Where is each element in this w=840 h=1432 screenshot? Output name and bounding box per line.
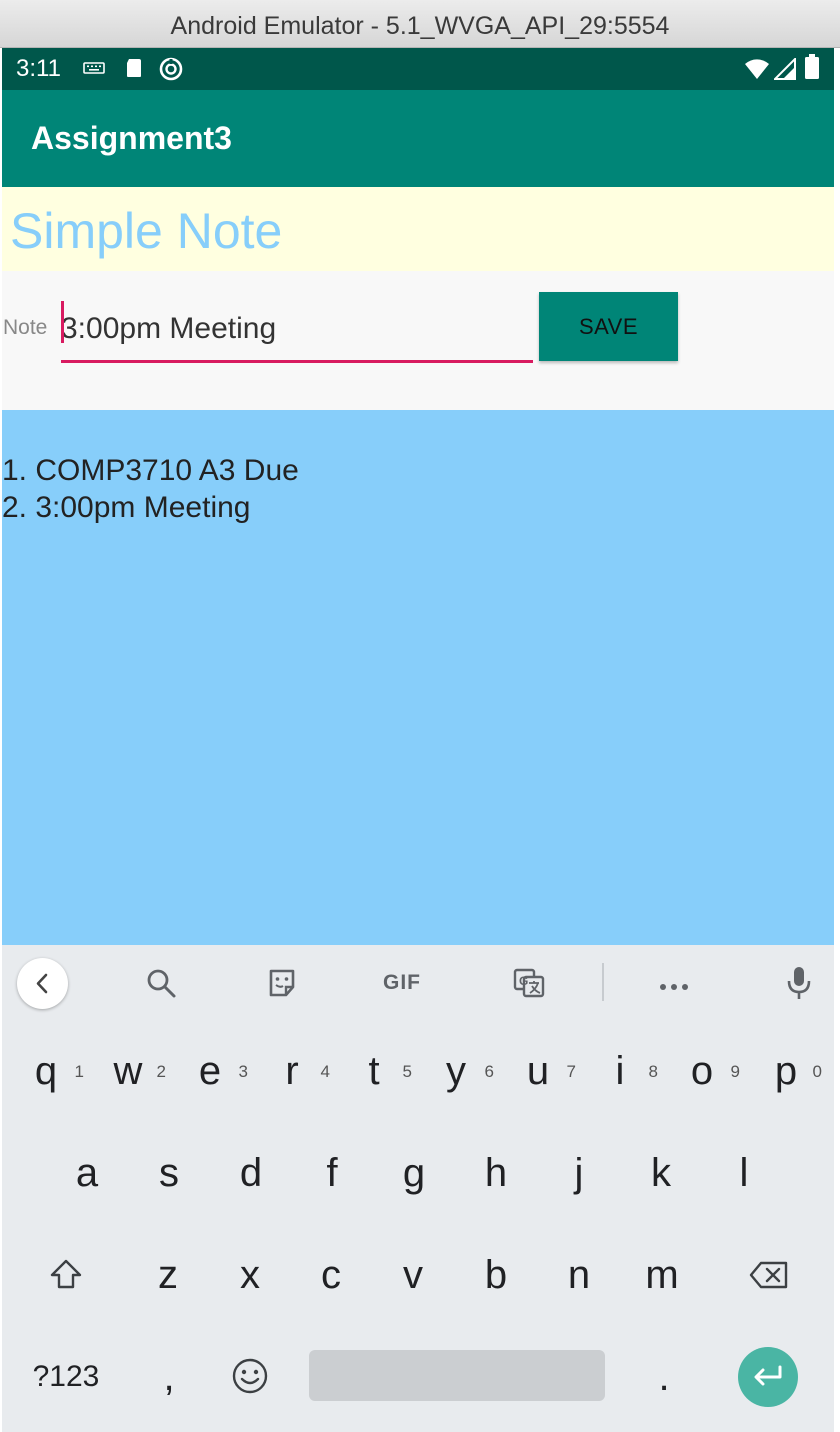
key-k[interactable]: k bbox=[621, 1125, 701, 1221]
emulator-title-bar: Android Emulator - 5.1_WVGA_API_29:5554 bbox=[0, 0, 840, 48]
key-q[interactable]: q1 bbox=[6, 1023, 86, 1119]
key-l[interactable]: l bbox=[704, 1125, 784, 1221]
microphone-icon[interactable] bbox=[786, 965, 812, 1006]
key-hint: 9 bbox=[730, 1062, 740, 1081]
keyboard-icon bbox=[82, 56, 106, 85]
key-d[interactable]: d bbox=[211, 1125, 291, 1221]
period-key[interactable]: . bbox=[624, 1329, 704, 1425]
key-hint: 8 bbox=[648, 1062, 658, 1081]
save-button[interactable]: SAVE bbox=[539, 292, 678, 361]
key-a[interactable]: a bbox=[47, 1125, 127, 1221]
gif-button[interactable]: GIF bbox=[383, 971, 421, 995]
key-v[interactable]: v bbox=[373, 1227, 453, 1323]
key-x[interactable]: x bbox=[210, 1227, 290, 1323]
app-bar: Assignment3 bbox=[2, 90, 834, 187]
header-title: Simple Note bbox=[10, 203, 283, 259]
comma-key[interactable]: , bbox=[129, 1329, 209, 1425]
emoji-key[interactable] bbox=[210, 1329, 290, 1425]
text-cursor bbox=[61, 301, 64, 343]
key-hint: 4 bbox=[320, 1062, 330, 1081]
key-j[interactable]: j bbox=[539, 1125, 619, 1221]
space-key[interactable] bbox=[309, 1350, 605, 1401]
shift-icon bbox=[50, 1259, 82, 1289]
notes-area: 1. COMP3710 A3 Due 2. 3:00pm Meeting bbox=[2, 410, 834, 945]
more-icon[interactable] bbox=[658, 979, 690, 997]
key-b[interactable]: b bbox=[456, 1227, 536, 1323]
key-hint: 1 bbox=[74, 1062, 84, 1081]
wifi-icon bbox=[744, 58, 770, 85]
key-hint: 5 bbox=[402, 1062, 412, 1081]
toolbar-divider bbox=[602, 963, 604, 1001]
notes-list: 1. COMP3710 A3 Due 2. 3:00pm Meeting bbox=[2, 452, 299, 526]
note-item: 1. COMP3710 A3 Due bbox=[2, 454, 299, 487]
note-item: 2. 3:00pm Meeting bbox=[2, 491, 251, 524]
key-o[interactable]: o9 bbox=[662, 1023, 742, 1119]
key-i[interactable]: i8 bbox=[580, 1023, 660, 1119]
key-hint: 6 bbox=[484, 1062, 494, 1081]
key-hint: 3 bbox=[238, 1062, 248, 1081]
note-input-row: Note SAVE bbox=[2, 271, 834, 410]
key-hint: 2 bbox=[156, 1062, 166, 1081]
sticker-icon[interactable] bbox=[266, 967, 298, 1004]
key-z[interactable]: z bbox=[128, 1227, 208, 1323]
signal-icon bbox=[772, 56, 796, 85]
status-time: 3:11 bbox=[16, 55, 61, 82]
key-t[interactable]: t5 bbox=[334, 1023, 414, 1119]
window-right-border bbox=[834, 48, 840, 1432]
note-input[interactable] bbox=[61, 299, 533, 359]
key-c[interactable]: c bbox=[291, 1227, 371, 1323]
search-icon[interactable] bbox=[145, 967, 177, 1004]
emulator-title: Android Emulator - 5.1_WVGA_API_29:5554 bbox=[170, 12, 670, 40]
battery-icon bbox=[804, 54, 820, 85]
key-u[interactable]: u7 bbox=[498, 1023, 578, 1119]
key-m[interactable]: m bbox=[622, 1227, 702, 1323]
key-h[interactable]: h bbox=[456, 1125, 536, 1221]
key-r[interactable]: r4 bbox=[252, 1023, 332, 1119]
note-field[interactable] bbox=[61, 299, 533, 363]
note-label: Note bbox=[3, 316, 48, 339]
app-title: Assignment3 bbox=[31, 120, 232, 156]
key-g[interactable]: g bbox=[374, 1125, 454, 1221]
soft-keyboard: GIF G q1 w2 e3 r4 t5 y6 u7 i8 o9 p0 a s … bbox=[2, 945, 834, 1432]
chevron-left-icon bbox=[36, 973, 48, 994]
key-p[interactable]: p0 bbox=[746, 1023, 826, 1119]
key-w[interactable]: w2 bbox=[88, 1023, 168, 1119]
symbols-key[interactable]: ?123 bbox=[26, 1329, 106, 1425]
emoji-icon bbox=[232, 1358, 268, 1394]
key-n[interactable]: n bbox=[539, 1227, 619, 1323]
shift-key[interactable] bbox=[26, 1227, 106, 1323]
backspace-key[interactable] bbox=[729, 1227, 809, 1323]
keyboard-toolbar: GIF G bbox=[2, 945, 834, 1021]
sd-card-icon bbox=[122, 56, 146, 85]
backspace-icon bbox=[749, 1261, 788, 1289]
keyboard-back-button[interactable] bbox=[17, 958, 68, 1009]
svg-text:G: G bbox=[519, 974, 528, 988]
key-s[interactable]: s bbox=[129, 1125, 209, 1221]
key-hint: 0 bbox=[812, 1062, 822, 1081]
key-f[interactable]: f bbox=[292, 1125, 372, 1221]
key-y[interactable]: y6 bbox=[416, 1023, 496, 1119]
sync-icon bbox=[158, 56, 184, 87]
enter-icon bbox=[754, 1365, 782, 1386]
note-header: Simple Note bbox=[2, 187, 834, 271]
key-hint: 7 bbox=[566, 1062, 576, 1081]
enter-key[interactable] bbox=[738, 1347, 798, 1407]
key-e[interactable]: e3 bbox=[170, 1023, 250, 1119]
status-bar: 3:11 bbox=[2, 48, 834, 90]
translate-icon[interactable]: G bbox=[512, 967, 546, 1004]
